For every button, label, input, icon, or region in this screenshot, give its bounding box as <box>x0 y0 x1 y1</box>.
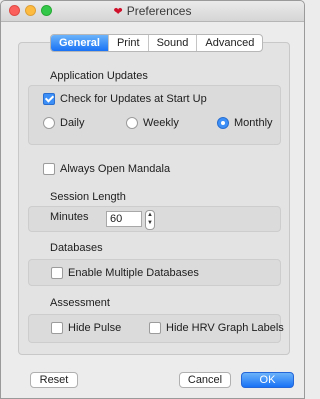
hide-hrv-graph-labels-box[interactable] <box>149 322 161 334</box>
tab-sound[interactable]: Sound <box>147 35 197 51</box>
always-open-mandala-checkbox[interactable]: Always Open Mandala <box>43 163 170 175</box>
check-updates-checkbox[interactable]: Check for Updates at Start Up <box>43 93 207 105</box>
minutes-label: Minutes <box>50 211 89 223</box>
preferences-window: ❤ Preferences General Print Sound Advance… <box>0 0 305 399</box>
application-updates-heading: Application Updates <box>50 70 148 82</box>
tab-bar: General Print Sound Advanced <box>50 34 264 52</box>
radio-daily-button[interactable] <box>43 117 55 129</box>
minutes-input[interactable]: 60 <box>106 211 142 227</box>
check-updates-check-mark[interactable] <box>43 93 55 105</box>
always-open-mandala-box[interactable] <box>43 163 55 175</box>
radio-monthly[interactable]: Monthly <box>217 117 273 129</box>
databases-heading: Databases <box>50 242 103 254</box>
window-title: ❤ Preferences <box>1 4 304 18</box>
tab-print[interactable]: Print <box>107 35 148 51</box>
chevron-down-icon[interactable]: ▼ <box>147 220 153 226</box>
ok-button[interactable]: OK <box>241 372 294 388</box>
hide-pulse-checkbox[interactable]: Hide Pulse <box>51 322 121 334</box>
hide-hrv-graph-labels-label: Hide HRV Graph Labels <box>166 322 284 334</box>
window-title-text: Preferences <box>126 4 192 18</box>
heart-icon: ❤ <box>113 6 123 18</box>
title-bar: ❤ Preferences <box>1 1 304 22</box>
tab-advanced[interactable]: Advanced <box>196 35 262 51</box>
minutes-stepper[interactable]: ▲ ▼ <box>145 210 155 230</box>
hide-hrv-graph-labels-checkbox[interactable]: Hide HRV Graph Labels <box>149 322 284 334</box>
always-open-mandala-label: Always Open Mandala <box>60 163 171 175</box>
enable-multiple-databases-label: Enable Multiple Databases <box>68 267 199 279</box>
radio-weekly-button[interactable] <box>126 117 138 129</box>
enable-multiple-databases-box[interactable] <box>51 267 63 279</box>
tab-general[interactable]: General <box>51 35 108 51</box>
chevron-up-icon[interactable]: ▲ <box>147 212 153 218</box>
enable-multiple-databases-checkbox[interactable]: Enable Multiple Databases <box>51 267 199 279</box>
radio-monthly-label: Monthly <box>234 117 273 129</box>
cancel-button[interactable]: Cancel <box>179 372 231 388</box>
session-length-heading: Session Length <box>50 191 126 203</box>
hide-pulse-box[interactable] <box>51 322 63 334</box>
hide-pulse-label: Hide Pulse <box>68 322 122 334</box>
radio-monthly-button[interactable] <box>217 117 229 129</box>
radio-daily-label: Daily <box>60 117 85 129</box>
check-updates-label: Check for Updates at Start Up <box>60 93 207 105</box>
assessment-heading: Assessment <box>50 297 110 309</box>
radio-weekly[interactable]: Weekly <box>126 117 179 129</box>
reset-button[interactable]: Reset <box>30 372 78 388</box>
radio-daily[interactable]: Daily <box>43 117 84 129</box>
radio-weekly-label: Weekly <box>143 117 179 129</box>
